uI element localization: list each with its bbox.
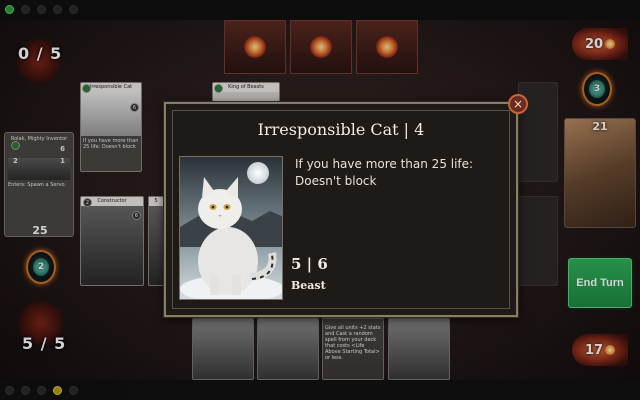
- modal-title: Irresponsible Cat | 4: [257, 120, 425, 139]
- cat-illustration: [180, 157, 282, 299]
- close-icon[interactable]: ×: [508, 94, 528, 114]
- card-type: Beast: [291, 279, 326, 292]
- card-art-image: [179, 156, 283, 300]
- card-description: If you have more than 25 life: Doesn't b…: [295, 157, 474, 188]
- card-detail-modal: Irresponsible Cat | 4 × If you have more…: [164, 94, 528, 317]
- card-stats: 5 | 6: [291, 255, 328, 273]
